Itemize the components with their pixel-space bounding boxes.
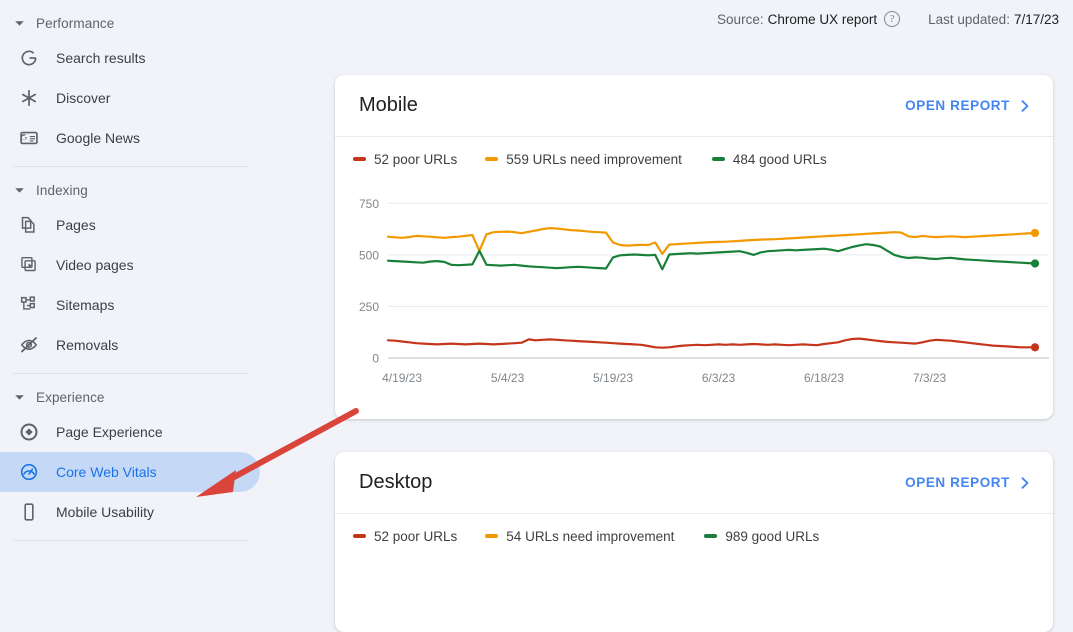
chevron-down-icon (10, 14, 28, 32)
sidebar: Performance Search results Discover Google … (0, 0, 300, 572)
legend-swatch (485, 534, 498, 538)
legend-label: 559 URLs need improvement (506, 152, 682, 167)
open-report-mobile-label: OPEN REPORT (905, 98, 1010, 113)
card-desktop: Desktop OPEN REPORT 52 poor URLs 54 URLs … (335, 452, 1053, 632)
chevron-right-icon (1019, 477, 1031, 489)
legend-item-good[interactable]: 989 good URLs (704, 529, 819, 544)
core-web-vitals-line-chart: 0 250 500 750 4/19/23 5/4/23 5/19/23 6/3/23 6/18… (335, 181, 1053, 396)
sidebar-item-label: Pages (56, 217, 96, 233)
sidebar-item-label: Removals (56, 337, 118, 353)
sidebar-item-sitemaps[interactable]: Sitemaps (0, 285, 260, 325)
card-mobile-header: Mobile OPEN REPORT (335, 75, 1053, 137)
source-value: Chrome UX report (768, 12, 878, 27)
source-info: Source: Chrome UX report ? (717, 11, 900, 27)
svg-text:250: 250 (359, 300, 379, 314)
topbar: Source: Chrome UX report ? Last updated:… (300, 0, 1073, 38)
sidebar-divider (13, 373, 248, 374)
legend-label: 484 good URLs (733, 152, 827, 167)
source-label: Source: (717, 12, 764, 27)
mobile-phone-icon (18, 501, 40, 523)
sidebar-section-performance[interactable]: Performance (0, 8, 300, 38)
svg-text:0: 0 (372, 352, 379, 366)
legend-label: 52 poor URLs (374, 152, 457, 167)
open-report-mobile-button[interactable]: OPEN REPORT (905, 98, 1031, 113)
sidebar-item-pages[interactable]: Pages (0, 205, 260, 245)
chart-mobile: 0 250 500 750 4/19/23 5/4/23 5/19/23 6/3/23 6/18… (335, 181, 1053, 396)
svg-text:500: 500 (359, 248, 379, 262)
legend-item-good[interactable]: 484 good URLs (712, 152, 827, 167)
legend-label: 54 URLs need improvement (506, 529, 674, 544)
legend-item-needs-improvement[interactable]: 559 URLs need improvement (485, 152, 682, 167)
legend-swatch (704, 534, 717, 538)
sidebar-item-label: Search results (56, 50, 145, 66)
card-mobile-title: Mobile (359, 94, 418, 117)
sidebar-section-experience[interactable]: Experience (0, 382, 300, 412)
sidebar-item-label: Video pages (56, 257, 134, 273)
sidebar-section-label: Indexing (36, 183, 88, 198)
sidebar-item-label: Core Web Vitals (56, 464, 157, 480)
svg-text:4/19/23: 4/19/23 (382, 371, 422, 385)
svg-text:5/4/23: 5/4/23 (491, 371, 525, 385)
sidebar-item-label: Mobile Usability (56, 504, 154, 520)
last-updated-label: Last updated: (928, 12, 1010, 27)
sitemap-icon (18, 294, 40, 316)
svg-text:7/3/23: 7/3/23 (913, 371, 947, 385)
help-icon[interactable]: ? (884, 11, 900, 27)
open-report-desktop-label: OPEN REPORT (905, 475, 1010, 490)
legend-mobile: 52 poor URLs 559 URLs need improvement 484… (335, 137, 1053, 181)
legend-swatch (353, 534, 366, 538)
sidebar-item-page-experience[interactable]: Page Experience (0, 412, 260, 452)
svg-text:750: 750 (359, 197, 379, 211)
chevron-down-icon (10, 181, 28, 199)
sidebar-section-indexing[interactable]: Indexing (0, 175, 300, 205)
chevron-right-icon (1019, 100, 1031, 112)
legend-swatch (485, 157, 498, 161)
sidebar-section-label: Performance (36, 16, 114, 31)
legend-label: 989 good URLs (725, 529, 819, 544)
page-experience-icon (18, 421, 40, 443)
last-updated-info: Last updated: 7/17/23 (928, 12, 1059, 27)
news-card-icon (18, 127, 40, 149)
card-desktop-title: Desktop (359, 471, 432, 494)
svg-text:6/3/23: 6/3/23 (702, 371, 736, 385)
legend-item-poor[interactable]: 52 poor URLs (353, 152, 457, 167)
eye-off-icon (18, 334, 40, 356)
sidebar-item-core-web-vitals[interactable]: Core Web Vitals (0, 452, 260, 492)
legend-swatch (712, 157, 725, 161)
open-report-desktop-button[interactable]: OPEN REPORT (905, 475, 1031, 490)
sidebar-item-search-results[interactable]: Search results (0, 38, 260, 78)
sidebar-item-video-pages[interactable]: Video pages (0, 245, 260, 285)
sidebar-divider (13, 166, 248, 167)
asterisk-icon (18, 87, 40, 109)
google-g-icon (18, 47, 40, 69)
sidebar-item-label: Discover (56, 90, 110, 106)
card-desktop-header: Desktop OPEN REPORT (335, 452, 1053, 514)
svg-text:6/18/23: 6/18/23 (804, 371, 844, 385)
sidebar-item-discover[interactable]: Discover (0, 78, 260, 118)
legend-label: 52 poor URLs (374, 529, 457, 544)
legend-item-needs-improvement[interactable]: 54 URLs need improvement (485, 529, 674, 544)
sidebar-item-label: Sitemaps (56, 297, 114, 313)
legend-desktop: 52 poor URLs 54 URLs need improvement 989 … (335, 514, 1053, 558)
video-pages-icon (18, 254, 40, 276)
legend-swatch (353, 157, 366, 161)
speedometer-icon (18, 461, 40, 483)
pages-icon (18, 214, 40, 236)
sidebar-section-label: Experience (36, 390, 105, 405)
sidebar-item-label: Page Experience (56, 424, 163, 440)
sidebar-item-removals[interactable]: Removals (0, 325, 260, 365)
chevron-down-icon (10, 388, 28, 406)
card-mobile: Mobile OPEN REPORT 52 poor URLs 559 URLs … (335, 75, 1053, 419)
legend-item-poor[interactable]: 52 poor URLs (353, 529, 457, 544)
sidebar-item-google-news[interactable]: Google News (0, 118, 260, 158)
sidebar-item-label: Google News (56, 130, 140, 146)
svg-text:5/19/23: 5/19/23 (593, 371, 633, 385)
sidebar-item-mobile-usability[interactable]: Mobile Usability (0, 492, 260, 532)
last-updated-value: 7/17/23 (1014, 12, 1059, 27)
sidebar-divider (13, 540, 248, 541)
